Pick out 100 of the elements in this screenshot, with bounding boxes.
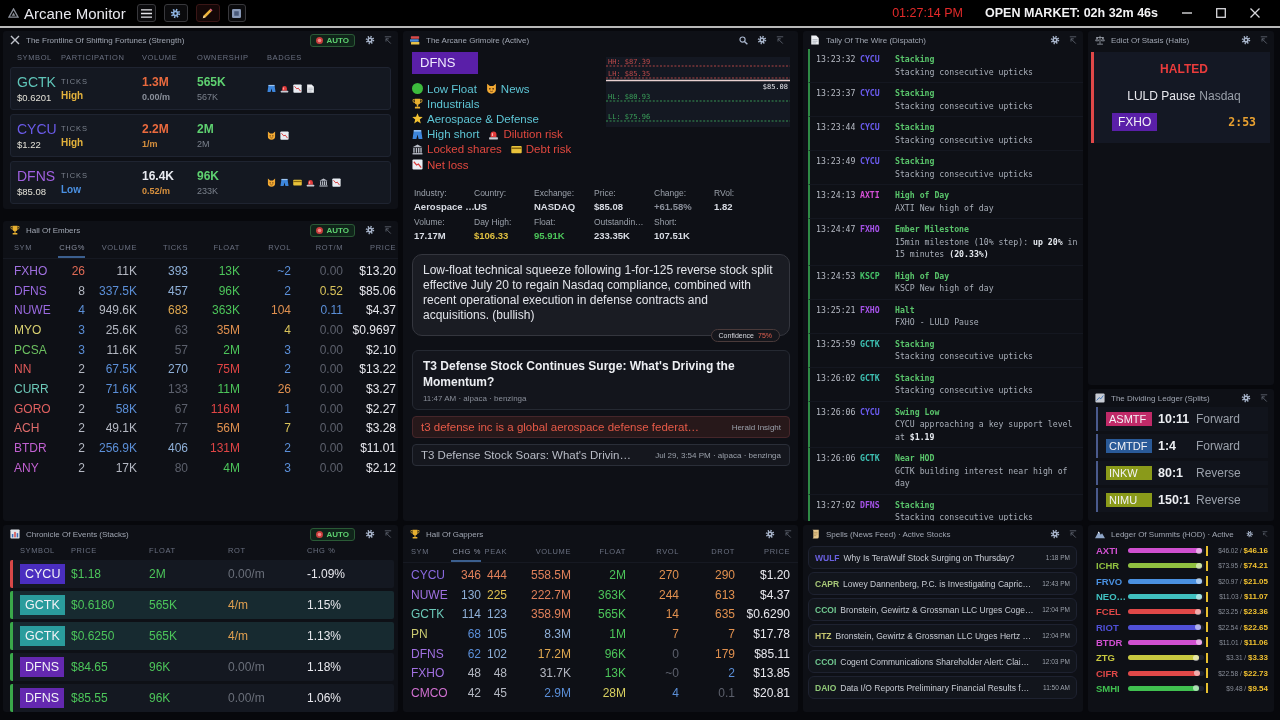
split-ratio: 150:1 [1158,493,1190,507]
search-icon[interactable] [739,35,748,45]
float-value: 2M [149,567,167,581]
table-cell-text: $2.27 [364,401,396,416]
table-cell-text: 31.7K [538,666,571,681]
marker-icon [1206,606,1208,617]
settings-icon[interactable] [765,529,775,539]
table-cell-text: $3.28 [364,421,396,436]
settings-icon[interactable] [365,225,375,235]
cat-face-icon [267,178,276,187]
settings-icon[interactable] [365,35,375,45]
table-cell-text: 116M [209,401,240,416]
edit-button[interactable] [195,4,220,22]
settings-icon[interactable] [1241,35,1251,45]
table-cell-text: 45 [492,685,507,700]
record-dot-icon [316,36,324,44]
ticker-symbol: GCTK [860,371,881,385]
marker-icon [1206,545,1208,556]
maximize-icon[interactable] [1216,8,1226,18]
table-cell-text: 102 [485,646,507,661]
settings-icon[interactable] [757,35,767,45]
table-cell-text: $20.81 [752,685,790,700]
table-cell-text: 63 [173,322,188,337]
table-cell-text: 1 [283,401,291,416]
stat-label: Price: [594,187,616,201]
settings-icon[interactable] [365,529,375,539]
table-cell-text: 11.6K [105,342,137,357]
ticker-symbol: ZTG [1096,652,1116,664]
tag-label: Locked shares [427,143,502,156]
ticker-symbol: CYCU [411,567,446,582]
table-cell-text: 4 [77,303,85,318]
stat-value: 95.91K [534,229,565,244]
rotation-rate: 0.00/m [228,660,266,674]
table-cell-text: 0.52 [318,283,343,298]
rotation-rate: 4/m [228,598,249,612]
table-cell-text: 0.00 [318,263,343,278]
settings-icon[interactable] [1245,529,1254,539]
stat-label: Day High: [474,216,512,230]
float-value: 96K [149,691,172,705]
stack-row[interactable]: DFNS $84.65 96K 0.00/m 1.18% [10,653,394,681]
auto-button[interactable]: AUTO [310,33,355,47]
ticker-symbol: CYCU [860,405,881,419]
volume-value: 16.4K [142,169,175,184]
table-cell-text: 2 [77,381,85,396]
ticker-symbol: CURR [14,381,50,396]
ticker-symbol: GORO [14,401,52,416]
news-card[interactable]: T3 Defense Stock Continues Surge: What's Driving the Momentum? 11:47 AM · alpaca · benzinga [412,350,790,411]
ticker-symbol: DFNS [411,646,445,661]
menu-button[interactable] [136,4,156,22]
table-cell-text: $11.01 [359,441,396,456]
ticker-symbol: ANY [14,460,40,475]
price: $0.6250 [71,629,116,643]
table-cell-text: 25.6K [104,322,137,337]
settings-icon[interactable] [1050,35,1060,45]
table-cell-text: 256.9K [97,441,137,456]
news-headline: T3 Defense Stock Continues Surge: What's Driving the Momentum? [423,358,736,391]
panel-title: Spells (News Feed) · Active Stocks [826,529,951,539]
event-title: High of Day [895,189,951,202]
table-cell-text: 290 [713,567,735,582]
news-meta: Jul 29, 3:54 PM · alpaca · benzinga [655,450,781,460]
price: $85.08 [17,186,47,197]
chart-down-icon [412,159,423,171]
event-detail: Stacking consecutive upticks [895,167,1035,180]
ticker-symbol: CYCU [860,121,881,134]
table-cell-text: 26 [70,263,85,278]
stop-button[interactable] [227,4,246,22]
table-cell-text: $85.11 [753,646,790,661]
settings-button[interactable] [163,4,188,22]
ticker-badge: ASMTF [1106,412,1152,426]
panel-title: Hall Of Gappers [426,529,484,539]
stack-row[interactable]: DFNS $85.55 96K 0.00/m 1.06% [10,684,394,712]
auto-button[interactable]: AUTO [310,223,355,237]
ticker-symbol: NEO… [1096,591,1126,603]
stack-row[interactable]: GCTK $0.6250 565K 4/m 1.13% [10,622,394,650]
stack-row[interactable]: CYCU $1.18 2M 0.00/m -1.09% [10,560,394,588]
float-value: 565K [149,629,179,643]
table-cell-text: 457 [166,283,188,298]
volume-rate: 1/m [142,139,158,149]
ticker-badge: CYCU [20,564,66,584]
settings-icon[interactable] [1050,529,1060,539]
triangle-logo-icon [8,8,19,18]
table-cell-text: $2.10 [364,342,396,357]
event-time: 13:27:02 [816,498,857,512]
insight-row[interactable]: t3 defense inc is a global aerospace defense federat… Herald Insight [412,416,790,439]
ticker-symbol: BTDR [14,441,48,456]
close-icon[interactable] [10,35,20,45]
settings-icon[interactable] [1241,393,1251,403]
app-title: Arcane Monitor [24,4,126,22]
stat-label: Industry: [414,187,447,201]
ticker-symbol: ACH [14,421,41,436]
event-detail: Stacking consecutive upticks [895,511,1035,521]
event-title: Stacking [895,121,936,134]
rotation-rate: 0.00/m [228,691,266,705]
event-time: 13:26:06 [816,452,857,465]
table-cell-text: 104 [269,303,291,318]
stat-label: Short: [654,216,677,230]
news-row[interactable]: T3 Defense Stock Soars: What's Drivin… Jul 29, 3:54 PM · alpaca · benzinga [412,444,790,467]
auto-button[interactable]: AUTO [310,527,355,541]
stack-row[interactable]: GCTK $0.6180 565K 4/m 1.15% [10,591,394,619]
close-icon[interactable] [1250,8,1260,18]
